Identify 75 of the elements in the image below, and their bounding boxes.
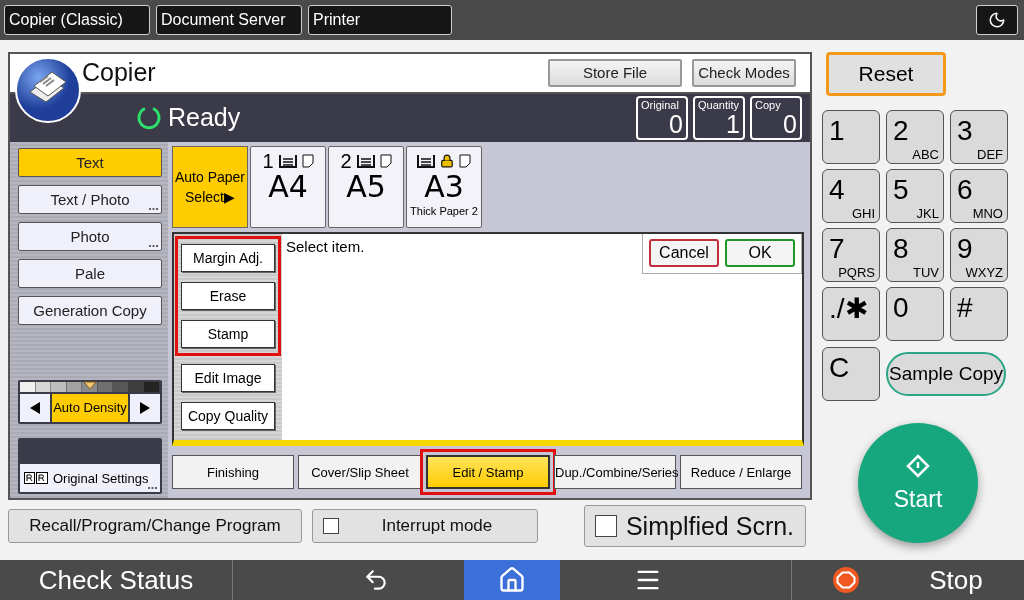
edit-item-button[interactable]: Margin Adj. xyxy=(181,244,275,272)
checkbox-button[interactable]: Simplfied Scrn. xyxy=(584,505,806,547)
original-settings-button[interactable]: Original Settings xyxy=(20,464,160,492)
density-label: Auto Density xyxy=(52,394,128,422)
original-type-button[interactable]: Photo xyxy=(18,222,162,251)
stop-icon xyxy=(833,567,860,593)
original-type-button[interactable]: Generation Copy xyxy=(18,296,162,325)
screen-title: Copier xyxy=(82,58,157,88)
original-type-button[interactable]: Text xyxy=(18,148,162,177)
ready-ring-icon xyxy=(136,104,162,131)
check-status-button[interactable]: Check Status xyxy=(38,564,194,596)
header-button[interactable]: Check Modes xyxy=(692,58,796,87)
paper-stack-icon xyxy=(356,154,375,168)
ok-button[interactable]: OK xyxy=(725,239,795,267)
night-mode-button[interactable] xyxy=(976,5,1018,35)
paper-stack-icon xyxy=(278,154,297,168)
function-tab[interactable]: Edit / Stamp xyxy=(426,455,550,489)
keypad-key[interactable]: 7 PQRS xyxy=(822,228,880,282)
counter-value: 0 xyxy=(669,110,683,137)
checkbox-button[interactable]: Interrupt mode xyxy=(312,509,538,543)
header-button[interactable]: Store File xyxy=(548,58,682,87)
left-arrow-icon xyxy=(29,401,41,415)
keypad-key[interactable]: 3 DEF xyxy=(950,110,1008,164)
lighter-button[interactable] xyxy=(20,394,50,422)
clear-key[interactable]: C xyxy=(822,347,880,401)
keypad-key[interactable]: 1 xyxy=(822,110,880,164)
keypad-key[interactable]: # xyxy=(950,287,1008,341)
app-tab[interactable]: Copier (Classic) xyxy=(4,5,150,35)
sheet-icon xyxy=(459,154,471,168)
paper-tray-button[interactable]: A3 Thick Paper 2 xyxy=(406,146,482,228)
program-button[interactable]: Recall/Program/Change Program xyxy=(8,509,302,543)
counter-label: Copy xyxy=(755,98,782,111)
edit-item-button[interactable]: Copy Quality xyxy=(181,402,275,430)
paper-stack-icon xyxy=(417,154,435,168)
instruction-text: Select item. xyxy=(285,237,366,257)
function-tab[interactable]: Cover/Slip Sheet xyxy=(298,455,422,489)
counter-label: Quantity xyxy=(698,98,740,111)
cancel-button[interactable]: Cancel xyxy=(649,239,719,267)
counter-value: 0 xyxy=(782,110,797,137)
original-sides-icon xyxy=(24,472,48,484)
edit-item-button[interactable]: Erase xyxy=(181,282,275,310)
keypad-key[interactable]: ./✱ xyxy=(822,287,880,341)
keypad-key[interactable]: 0 xyxy=(886,287,944,341)
keypad-key[interactable]: 6 MNO xyxy=(950,169,1008,223)
reset-button[interactable]: Reset xyxy=(826,52,946,96)
auto-paper-select-button[interactable]: Auto Paper Select▶ xyxy=(172,146,248,228)
nav-button[interactable] xyxy=(464,560,560,600)
keypad-key[interactable]: 4 GHI xyxy=(822,169,880,223)
counter-label: Original xyxy=(641,98,680,111)
function-tab[interactable]: Finishing xyxy=(172,455,294,489)
keypad-key[interactable]: 5 JKL xyxy=(886,169,944,223)
counter-value: 1 xyxy=(726,110,740,137)
original-type-button[interactable]: Pale xyxy=(18,259,162,288)
sheet-icon xyxy=(379,154,392,168)
paper-tray-button[interactable]: 1 A4 xyxy=(250,146,326,228)
paper-tray-button[interactable]: 2 A5 xyxy=(328,146,404,228)
original-type-button[interactable]: Text / Photo xyxy=(18,185,162,214)
app-tab[interactable]: Document Server xyxy=(156,5,302,35)
edit-item-button[interactable]: Stamp xyxy=(181,320,275,348)
back-icon xyxy=(363,567,389,593)
keypad-key[interactable]: 9 WXYZ xyxy=(950,228,1008,282)
function-tab[interactable]: Reduce / Enlarge xyxy=(680,455,802,489)
keypad-key[interactable]: 8 TUV xyxy=(886,228,944,282)
start-icon xyxy=(906,453,930,478)
right-arrow-icon xyxy=(139,401,151,415)
edit-item-button[interactable]: Edit Image xyxy=(181,364,275,392)
app-tab[interactable]: Printer xyxy=(308,5,452,35)
moon-icon xyxy=(988,11,1006,29)
status-text: Ready xyxy=(168,103,242,133)
sheet-icon xyxy=(301,154,314,168)
keypad-key[interactable]: 2 ABC xyxy=(886,110,944,164)
home-icon xyxy=(498,566,526,594)
sample-copy-button[interactable]: Sample Copy xyxy=(886,352,1006,396)
stop-button[interactable]: Stop xyxy=(929,564,983,596)
darker-button[interactable] xyxy=(130,394,160,422)
